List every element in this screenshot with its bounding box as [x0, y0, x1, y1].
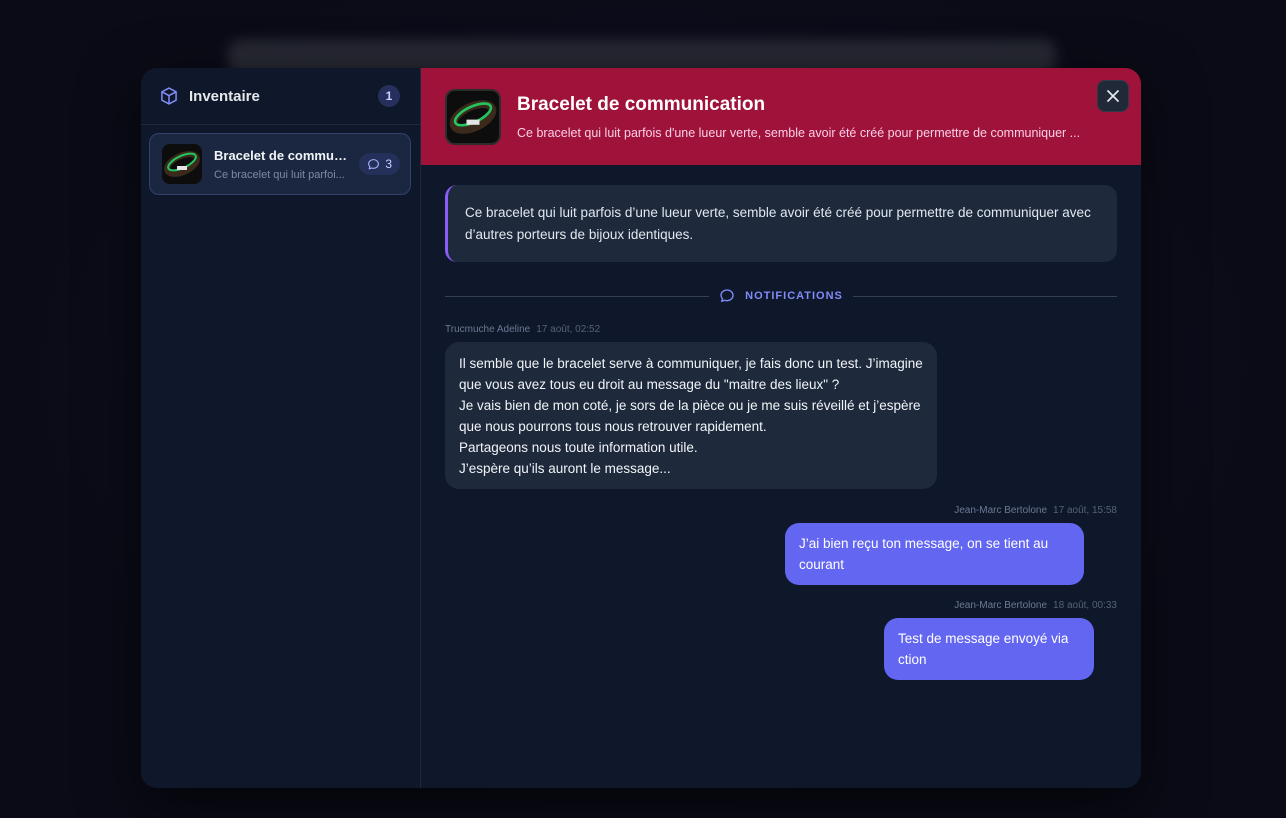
message-line: ction	[898, 652, 927, 667]
item-title: Bracelet de communication	[517, 93, 766, 115]
message-count: 3	[385, 157, 392, 171]
inventory-sidebar: Inventaire 1 Bracelet de commun... Ce br…	[141, 68, 421, 788]
item-subtitle: Ce bracelet qui luit parfois d'une lueur…	[517, 125, 1081, 140]
chat-bubble-icon	[719, 288, 735, 304]
item-name: Bracelet de commun...	[214, 147, 350, 163]
inventory-modal: Inventaire 1 Bracelet de commun... Ce br…	[141, 68, 1141, 788]
message-author: Trucmuche Adeline	[445, 324, 531, 335]
sidebar-header: Inventaire 1	[141, 68, 420, 125]
item-thumbnail	[162, 144, 202, 184]
message-line: Test de message envoyé via	[898, 631, 1069, 646]
message-time: 17 août, 02:52	[536, 324, 601, 335]
message-line: J’ai bien reçu ton message, on se tient …	[799, 536, 1049, 551]
notifications-label: NOTIFICATIONS	[745, 290, 843, 302]
message-line: que nous pourrons tous nous retrouver ra…	[459, 419, 767, 434]
message-meta: Trucmuche Adeline 17 août, 02:52	[445, 324, 1117, 335]
message-line: Je vais bien de mon coté, je sors de la …	[459, 398, 921, 413]
notifications-header: NOTIFICATIONS	[709, 288, 853, 304]
message-bubble: J’ai bien reçu ton message, on se tient …	[785, 523, 1084, 585]
divider-line	[852, 295, 1118, 297]
message-outgoing: Jean-Marc Bertolone 17 août, 15:58 J’ai b…	[445, 505, 1117, 585]
item-description: Ce bracelet qui luit parfoi...	[214, 168, 345, 181]
message-line: J’espère qu’ils auront le message...	[459, 461, 671, 476]
chat-bubble-icon	[367, 158, 380, 171]
item-detail-panel: Bracelet de communication Ce bracelet qu…	[421, 68, 1141, 788]
message-meta: Jean-Marc Bertolone 18 août, 00:33	[445, 600, 1117, 611]
divider-line	[445, 295, 710, 297]
item-header: Bracelet de communication Ce bracelet qu…	[421, 68, 1141, 165]
cube-icon	[159, 86, 179, 106]
message-line: courant	[799, 557, 845, 572]
item-header-image	[445, 88, 501, 145]
message-line: Partageons nous toute information utile.	[459, 440, 698, 455]
sidebar-title: Inventaire	[189, 87, 260, 105]
message-author: Jean-Marc Bertolone	[954, 505, 1048, 516]
message-bubble: Test de message envoyé via ction	[884, 618, 1094, 680]
item-text: Bracelet de commun... Ce bracelet qui lu…	[214, 148, 359, 181]
message-outgoing: Jean-Marc Bertolone 18 août, 00:33 Test d…	[445, 600, 1117, 680]
header-text: Bracelet de communication Ce bracelet qu…	[517, 94, 1117, 140]
inventory-count-badge: 1	[378, 85, 400, 107]
notifications-divider: NOTIFICATIONS	[445, 288, 1118, 304]
item-description-box: Ce bracelet qui luit parfois d’une lueur…	[445, 185, 1117, 262]
inventory-item-card[interactable]: Bracelet de commun... Ce bracelet qui lu…	[149, 133, 411, 195]
message-line: que vous avez tous eu droit au message d…	[459, 377, 840, 392]
message-bubble: Il semble que le bracelet serve à commun…	[445, 342, 937, 489]
message-time: 17 août, 15:58	[1053, 505, 1117, 516]
message-author: Jean-Marc Bertolone	[954, 600, 1048, 611]
message-count-badge: 3	[359, 153, 400, 175]
close-button[interactable]	[1097, 80, 1129, 112]
message-line: Il semble que le bracelet serve à commun…	[459, 356, 923, 371]
close-icon	[1106, 89, 1120, 103]
message-time: 18 août, 00:33	[1053, 600, 1117, 611]
message-meta: Jean-Marc Bertolone 17 août, 15:58	[445, 505, 1117, 516]
message-incoming: Trucmuche Adeline 17 août, 02:52 Il sembl…	[445, 324, 1117, 489]
item-content: Ce bracelet qui luit parfois d’une lueur…	[421, 165, 1141, 788]
